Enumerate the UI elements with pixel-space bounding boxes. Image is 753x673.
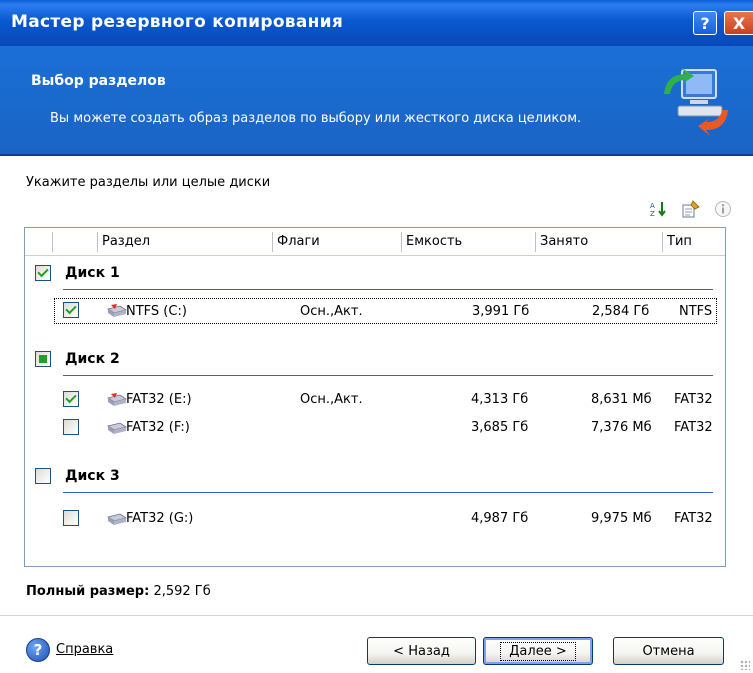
banner-subtitle: Вы можете создать образ разделов по выбо… xyxy=(50,111,582,126)
total-size-value: 2,592 Гб xyxy=(153,584,211,599)
partition-flags: Осн.,Акт. xyxy=(300,392,363,407)
disk-row[interactable]: Диск 3 xyxy=(25,464,725,493)
column-capacity[interactable]: Емкость xyxy=(401,232,535,252)
disk-checkbox[interactable] xyxy=(35,351,51,367)
partition-type: FAT32 xyxy=(674,511,713,526)
back-button[interactable]: < Назад xyxy=(367,637,476,665)
title-bar: Мастер резервного копирования ? X xyxy=(0,0,753,46)
title-help-button[interactable]: ? xyxy=(693,11,717,35)
partition-checkbox[interactable] xyxy=(63,419,79,435)
partition-drive-icon xyxy=(107,422,127,434)
footer-divider xyxy=(0,615,753,616)
partition-row[interactable]: FAT32 (G:) 4,987 Гб 9,975 Мб FAT32 xyxy=(25,506,725,532)
column-type[interactable]: Тип xyxy=(662,232,725,252)
sort-icon[interactable]: A Z xyxy=(648,199,670,219)
partition-capacity: 3,685 Гб xyxy=(471,420,529,435)
total-size: Полный размер: 2,592 Гб xyxy=(26,584,211,599)
instruction-text: Укажите разделы или целые диски xyxy=(26,175,271,190)
column-header: Раздел Флаги Емкость Занято Тип xyxy=(25,228,725,256)
column-select[interactable] xyxy=(52,232,97,252)
column-flags[interactable]: Флаги xyxy=(272,232,401,252)
column-partition[interactable]: Раздел xyxy=(97,232,272,252)
partition-row[interactable]: FAT32 (F:) 3,685 Гб 7,376 Мб FAT32 xyxy=(25,415,725,441)
next-button[interactable]: Далее > xyxy=(483,637,593,665)
disk-row[interactable]: Диск 1 xyxy=(25,261,725,290)
partition-used: 8,631 Мб xyxy=(591,392,652,407)
total-size-label: Полный размер: xyxy=(26,584,150,599)
partition-drive-icon xyxy=(107,393,127,406)
partition-drive-icon xyxy=(107,513,127,525)
help-link[interactable]: Справка xyxy=(56,642,113,657)
partition-type: FAT32 xyxy=(674,420,713,435)
column-used[interactable]: Занято xyxy=(535,232,662,252)
partition-used: 2,584 Гб xyxy=(592,304,650,319)
disk-label: Диск 1 xyxy=(65,265,120,281)
disk-checkbox[interactable] xyxy=(35,265,51,281)
disk-divider xyxy=(63,375,713,376)
partition-capacity: 4,313 Гб xyxy=(471,392,529,407)
partition-name: FAT32 (E:) xyxy=(126,392,192,407)
title-close-button[interactable]: X xyxy=(724,11,753,35)
partition-checkbox[interactable] xyxy=(63,302,79,318)
partition-name: NTFS (C:) xyxy=(126,304,187,319)
disk-label: Диск 3 xyxy=(65,468,120,484)
info-icon[interactable] xyxy=(712,199,734,219)
partition-used: 7,376 Мб xyxy=(591,420,652,435)
partition-row[interactable]: FAT32 (E:) Осн.,Акт. 4,313 Гб 8,631 Мб F… xyxy=(25,387,725,413)
disk-divider xyxy=(63,289,713,290)
next-button-label: Далее > xyxy=(500,641,576,661)
svg-text:Z: Z xyxy=(650,210,655,218)
header-banner: Выбор разделов Вы можете создать образ р… xyxy=(0,46,753,156)
partition-name: FAT32 (G:) xyxy=(126,511,194,526)
disk-divider xyxy=(63,492,713,493)
svg-text:A: A xyxy=(650,202,655,210)
partition-drive-icon xyxy=(107,304,127,317)
partition-row[interactable]: NTFS (C:) Осн.,Акт. 3,991 Гб 2,584 Гб NT… xyxy=(54,298,717,324)
disk-label: Диск 2 xyxy=(65,351,120,367)
disk-checkbox[interactable] xyxy=(35,468,51,484)
partition-capacity: 4,987 Гб xyxy=(471,511,529,526)
window-title: Мастер резервного копирования xyxy=(11,12,344,32)
partition-checkbox[interactable] xyxy=(63,510,79,526)
help-icon[interactable]: ? xyxy=(26,638,50,662)
partition-list: Раздел Флаги Емкость Занято Тип Диск 1 N… xyxy=(24,227,726,567)
cancel-button[interactable]: Отмена xyxy=(613,637,724,665)
partition-used: 9,975 Мб xyxy=(591,511,652,526)
partition-type: FAT32 xyxy=(674,392,713,407)
list-toolbar: A Z xyxy=(648,198,734,220)
partition-type: NTFS xyxy=(679,304,713,319)
partition-flags: Осн.,Акт. xyxy=(300,304,363,319)
banner-title: Выбор разделов xyxy=(31,73,166,89)
partition-name: FAT32 (F:) xyxy=(126,420,190,435)
partition-capacity: 3,991 Гб xyxy=(472,304,530,319)
disk-row[interactable]: Диск 2 xyxy=(25,347,725,376)
properties-icon[interactable] xyxy=(680,199,702,219)
partition-checkbox[interactable] xyxy=(63,391,79,407)
resize-grip[interactable] xyxy=(740,660,750,670)
backup-logo-icon xyxy=(664,68,728,136)
